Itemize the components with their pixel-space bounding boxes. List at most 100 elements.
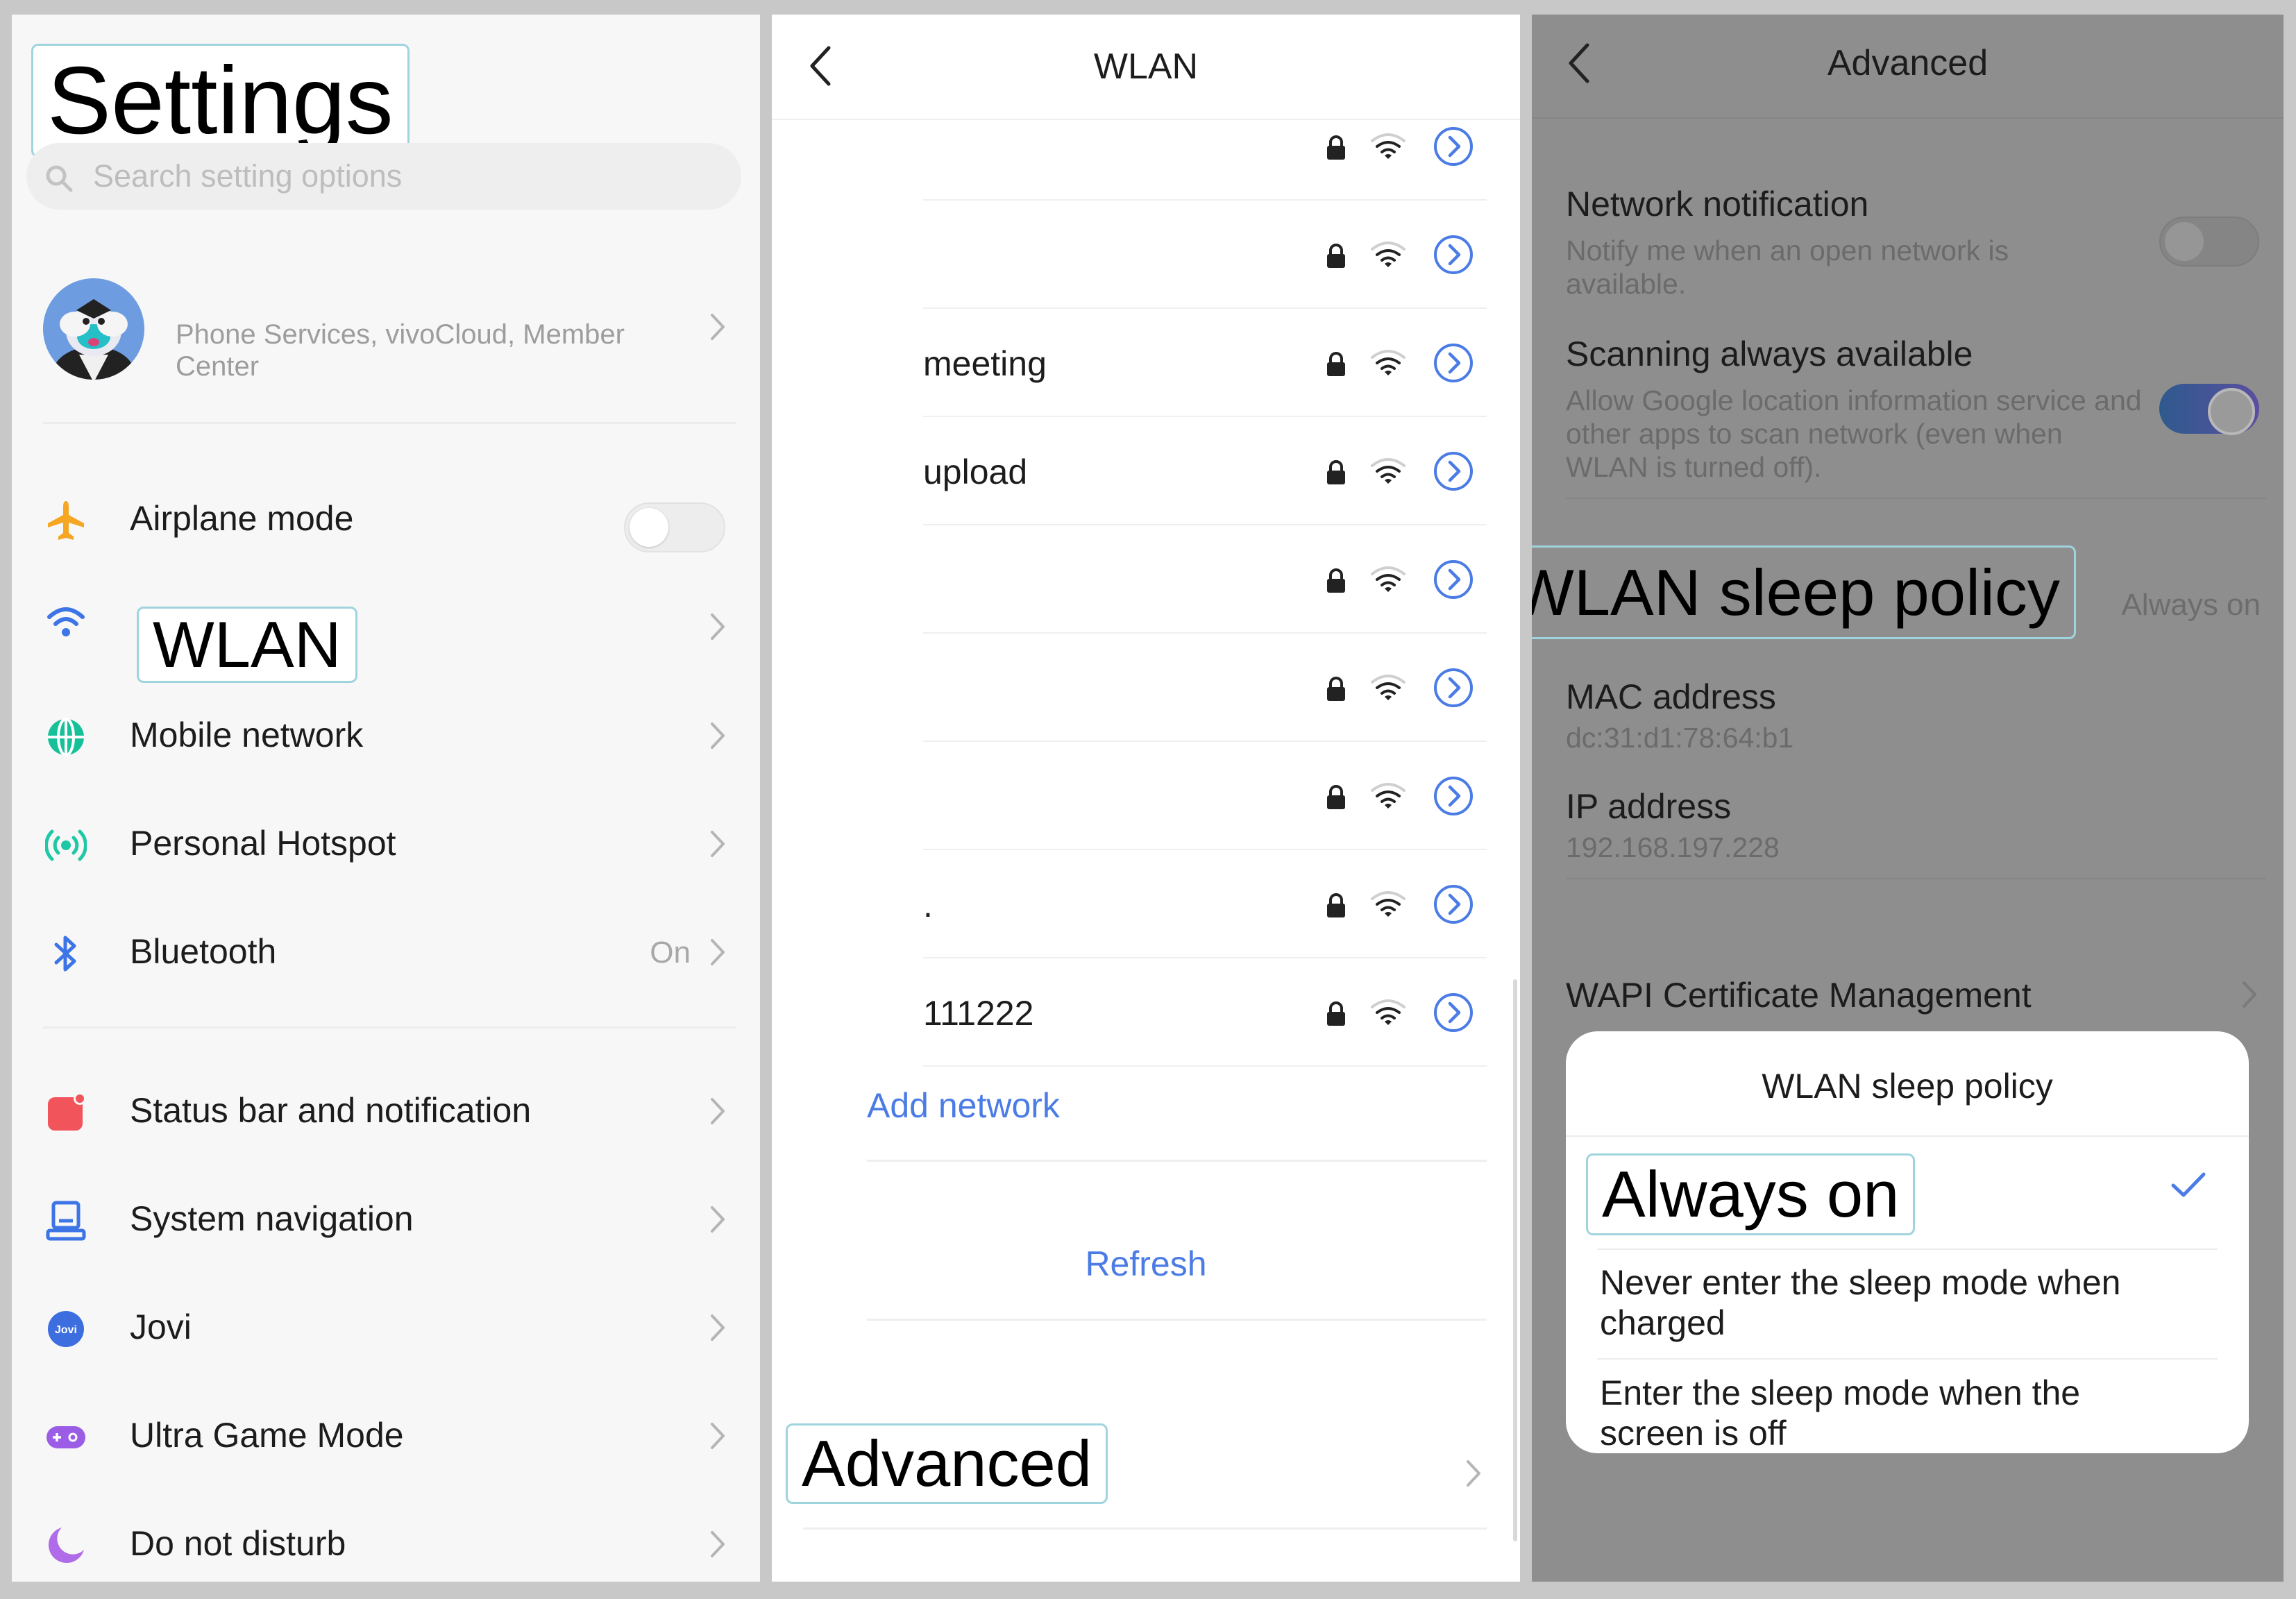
divider bbox=[43, 422, 736, 424]
settings-item-label: System navigation bbox=[130, 1199, 414, 1238]
network-notification-subtitle: Notify me when an open network is availa… bbox=[1566, 235, 2009, 300]
wifi-signal-icon bbox=[1371, 891, 1406, 917]
settings-item-label: Airplane mode bbox=[130, 499, 354, 538]
chevron-right-icon bbox=[711, 939, 725, 965]
profile-row[interactable]: Phone Services, vivoCloud, Member Center bbox=[12, 244, 760, 396]
network-details-icon[interactable] bbox=[1433, 883, 1474, 925]
divider bbox=[1566, 1135, 2249, 1137]
scanning-subtitle: Allow Google location information servic… bbox=[1566, 384, 2142, 483]
refresh-button[interactable]: Refresh bbox=[772, 1244, 1520, 1284]
bluetooth-icon bbox=[54, 936, 76, 972]
network-row[interactable]: upload bbox=[772, 417, 1520, 525]
scanning-title: Scanning always available bbox=[1566, 335, 1973, 373]
settings-item-wlan[interactable] bbox=[12, 571, 760, 679]
settings-item-bluetooth[interactable]: Bluetooth On bbox=[12, 897, 760, 1005]
settings-item-jovi[interactable]: Jovi Jovi bbox=[12, 1272, 760, 1380]
chevron-right-icon bbox=[1467, 1460, 1480, 1487]
chevron-right-icon bbox=[711, 831, 725, 857]
chevron-right-icon bbox=[711, 1314, 725, 1341]
settings-item-label[interactable]: WLAN bbox=[137, 607, 357, 683]
wlan-sleep-policy-value: Always on bbox=[2121, 588, 2261, 622]
lock-icon bbox=[1327, 352, 1345, 376]
settings-item-label: Jovi bbox=[130, 1308, 192, 1346]
settings-item-personal-hotspot[interactable]: Personal Hotspot bbox=[12, 788, 760, 897]
lock-icon bbox=[1327, 460, 1345, 484]
option-sleep-when-screen-off[interactable]: Enter the sleep mode when the screen is … bbox=[1600, 1373, 2169, 1453]
sleep-policy-dialog: WLAN sleep policy Always on Never enter … bbox=[1566, 1031, 2249, 1453]
network-details-icon[interactable] bbox=[1433, 775, 1474, 817]
globe-icon bbox=[48, 718, 84, 756]
lock-icon bbox=[1327, 244, 1345, 268]
network-ssid: 111222 bbox=[923, 994, 1034, 1033]
network-row[interactable] bbox=[772, 634, 1520, 742]
scanning-toggle[interactable] bbox=[2159, 384, 2259, 435]
airplane-mode-toggle[interactable] bbox=[624, 502, 725, 552]
network-row[interactable] bbox=[772, 525, 1520, 634]
settings-item-label: Bluetooth bbox=[130, 932, 277, 971]
network-ssid: upload bbox=[923, 452, 1028, 491]
settings-item-label: Ultra Game Mode bbox=[130, 1416, 404, 1455]
wlan-sleep-policy-item[interactable]: WLAN sleep policy bbox=[1532, 545, 2076, 639]
search-input[interactable] bbox=[93, 153, 704, 200]
chevron-right-icon bbox=[711, 1098, 725, 1124]
settings-item-label: Do not disturb bbox=[130, 1524, 346, 1563]
gamepad-icon bbox=[47, 1426, 85, 1448]
lock-icon bbox=[1327, 785, 1345, 809]
settings-item-system-navigation[interactable]: System navigation bbox=[12, 1164, 760, 1272]
network-ssid: . bbox=[923, 886, 933, 924]
settings-item-airplane-mode[interactable]: Airplane mode bbox=[12, 464, 760, 572]
bluetooth-status: On bbox=[650, 936, 691, 970]
divider bbox=[1566, 498, 2266, 499]
network-details-icon[interactable] bbox=[1433, 992, 1474, 1033]
scrollbar[interactable] bbox=[1513, 979, 1517, 1541]
checkmark-icon bbox=[2171, 1172, 2206, 1197]
profile-description: Phone Services, vivoCloud, Member Center bbox=[176, 319, 625, 382]
wapi-certificate-item[interactable]: WAPI Certificate Management bbox=[1566, 975, 2032, 1015]
ip-address-value: 192.168.197.228 bbox=[1566, 831, 1780, 863]
network-row[interactable] bbox=[772, 742, 1520, 850]
network-details-icon[interactable] bbox=[1433, 126, 1474, 167]
network-row[interactable] bbox=[772, 92, 1520, 201]
wlan-panel: WLAN meeting upload. 111222 Add network Re… bbox=[772, 15, 1520, 1582]
network-row[interactable] bbox=[772, 201, 1520, 309]
settings-item-ultra-game-mode[interactable]: Ultra Game Mode bbox=[12, 1380, 760, 1489]
settings-item-mobile-network[interactable]: Mobile network bbox=[12, 680, 760, 788]
settings-item-status-bar[interactable]: Status bar and notification bbox=[12, 1056, 760, 1164]
settings-item-do-not-disturb[interactable]: Do not disturb bbox=[12, 1489, 760, 1582]
network-ssid: meeting bbox=[923, 344, 1047, 383]
network-details-icon[interactable] bbox=[1433, 450, 1474, 492]
network-details-icon[interactable] bbox=[1433, 667, 1474, 709]
option-never-sleep-when-charged[interactable]: Never enter the sleep mode when charged bbox=[1600, 1262, 2169, 1343]
chevron-right-icon bbox=[711, 1531, 725, 1557]
advanced-link[interactable]: Advanced bbox=[786, 1423, 1108, 1504]
lock-icon bbox=[1327, 135, 1345, 160]
jovi-icon-text: Jovi bbox=[55, 1324, 77, 1336]
search-bar[interactable] bbox=[26, 143, 741, 210]
settings-item-label: Personal Hotspot bbox=[130, 824, 396, 863]
network-notification-toggle[interactable] bbox=[2159, 217, 2259, 266]
lock-icon bbox=[1327, 568, 1345, 593]
divider bbox=[43, 1026, 736, 1029]
ip-address-title: IP address bbox=[1566, 787, 1732, 826]
wifi-signal-icon bbox=[1371, 242, 1406, 267]
network-details-icon[interactable] bbox=[1433, 234, 1474, 276]
advanced-panel: Advanced Network notification Notify me … bbox=[1532, 15, 2284, 1582]
network-row[interactable]: meeting bbox=[772, 309, 1520, 417]
network-details-icon[interactable] bbox=[1433, 559, 1474, 600]
moon-icon bbox=[48, 1528, 84, 1564]
option-always-on[interactable]: Always on bbox=[1586, 1153, 1916, 1235]
dialog-title: WLAN sleep policy bbox=[1762, 1067, 2053, 1106]
network-row[interactable]: . bbox=[772, 850, 1520, 958]
divider bbox=[1566, 878, 2266, 879]
add-network-link[interactable]: Add network bbox=[867, 1085, 1060, 1126]
chevron-right-icon bbox=[711, 722, 725, 749]
divider bbox=[1597, 1358, 2218, 1360]
wifi-signal-icon bbox=[1371, 133, 1406, 159]
network-notification-title: Network notification bbox=[1566, 185, 1869, 223]
chevron-right-icon bbox=[711, 314, 725, 340]
wifi-signal-icon bbox=[1371, 350, 1406, 375]
network-row[interactable]: 111222 bbox=[772, 958, 1520, 1067]
network-details-icon[interactable] bbox=[1433, 342, 1474, 384]
settings-item-label: Status bar and notification bbox=[130, 1091, 532, 1130]
jovi-icon: Jovi bbox=[48, 1311, 84, 1347]
